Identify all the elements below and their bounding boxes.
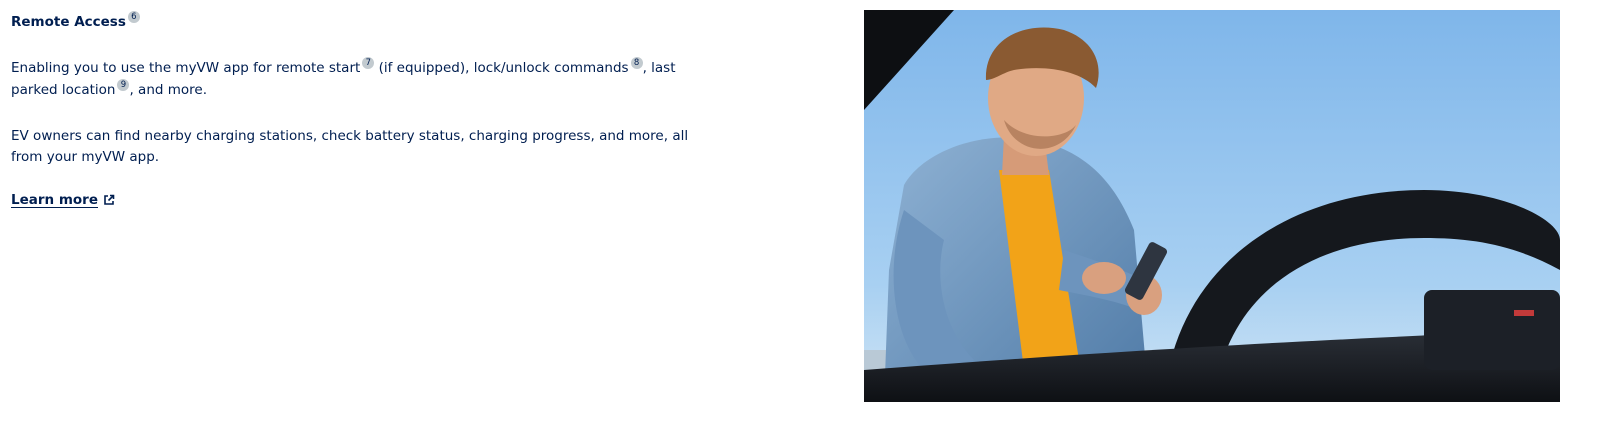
remote-access-section: Remote Access 6 Enabling you to use the m…: [11, 0, 691, 208]
learn-more-label: Learn more: [11, 192, 98, 208]
ev-owners-description: EV owners can find nearby charging stati…: [11, 128, 689, 165]
external-link-icon: [104, 194, 115, 205]
description-text: , and more.: [129, 82, 208, 98]
man-with-phone-photo: [864, 10, 1560, 402]
description-text: Enabling you to use the myVW app for rem…: [11, 60, 361, 76]
section-title-text: Remote Access: [11, 14, 126, 30]
footnote-badge[interactable]: 9: [117, 79, 130, 91]
footnote-badge[interactable]: 6: [127, 11, 140, 23]
footnote-badge[interactable]: 7: [362, 57, 375, 69]
footnote-badge[interactable]: 8: [630, 57, 643, 69]
learn-more-link[interactable]: Learn more: [11, 192, 115, 208]
remote-access-description: Enabling you to use the myVW app for rem…: [11, 57, 691, 101]
section-title: Remote Access 6: [11, 11, 691, 32]
description-text: (if equipped), lock/unlock commands: [374, 60, 629, 76]
page: Remote Access 6 Enabling you to use the m…: [0, 0, 1603, 428]
hero-image: [864, 10, 1560, 402]
